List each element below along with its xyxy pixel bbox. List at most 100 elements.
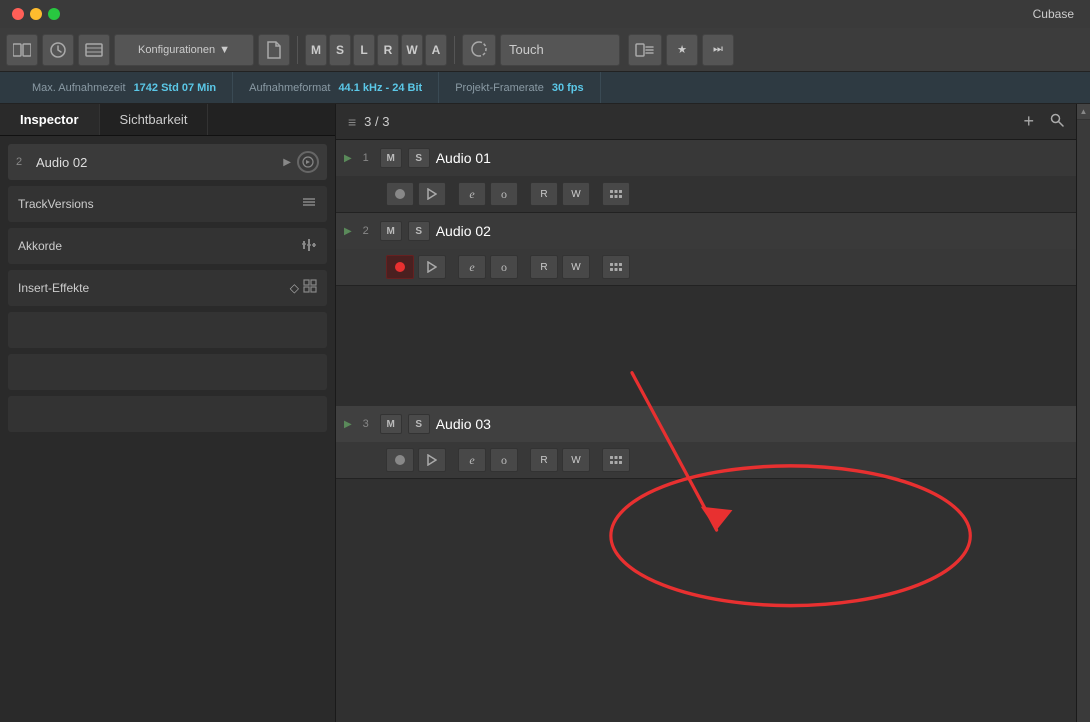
tab-inspector[interactable]: Inspector	[0, 104, 100, 135]
inspector-track-row[interactable]: 2 Audio 02 ▶	[8, 144, 327, 180]
track-read-audio02[interactable]: R	[530, 255, 558, 279]
track-name-audio02: Audio 02	[436, 223, 1068, 239]
track-grid-audio03[interactable]	[602, 448, 630, 472]
track-name-audio01: Audio 01	[436, 150, 1068, 166]
transport-a[interactable]: A	[425, 34, 447, 66]
inspector-insert-effekte[interactable]: Insert-Effekte ◇	[8, 270, 327, 306]
track-mute-audio01[interactable]: M	[380, 148, 402, 168]
track-monitor-audio02[interactable]	[418, 255, 446, 279]
inspector-track-versions[interactable]: TrackVersions	[8, 186, 327, 222]
track-write-audio03[interactable]: W	[562, 448, 590, 472]
tracks-header: ≡ 3 / 3 +	[336, 104, 1076, 140]
track-grid-audio01[interactable]	[602, 182, 630, 206]
track-solo-audio01[interactable]: S	[408, 148, 430, 168]
toolbar-skip-icon[interactable]: ⏭	[702, 34, 734, 66]
track-expand-audio02[interactable]: ▶	[344, 226, 352, 237]
track-row-audio03: ▶ 3 M S Audio 03	[336, 406, 1076, 442]
touch-button[interactable]: Touch	[500, 34, 620, 66]
track-read-audio01[interactable]: R	[530, 182, 558, 206]
info-format-label: Aufnahmeformat	[249, 82, 330, 94]
track-item-audio03: ▶ 3 M S Audio 03	[336, 406, 1076, 479]
right-scrollbar: ▲	[1076, 104, 1090, 722]
title-bar: Cubase	[0, 0, 1090, 28]
tracks-add-button[interactable]: +	[1023, 111, 1034, 132]
tracks-panel: ≡ 3 / 3 + ▶ 1 M S	[336, 104, 1076, 722]
transport-r[interactable]: R	[377, 34, 399, 66]
annotation-circle	[611, 466, 970, 606]
inspector-track-versions-label: TrackVersions	[18, 197, 301, 211]
toolbar-icon-1[interactable]	[6, 34, 38, 66]
track-expand-audio01[interactable]: ▶	[344, 153, 352, 164]
info-recording-time: Max. Aufnahmezeit 1742 Std 07 Min	[16, 72, 233, 103]
inspector-insert-diamond-icon: ◇	[290, 281, 299, 295]
track-mute-audio02[interactable]: M	[380, 221, 402, 241]
track-row-audio02: ▶ 2 M S Audio 02	[336, 213, 1076, 249]
maximize-button[interactable]	[48, 8, 60, 20]
track-write-audio01[interactable]: W	[562, 182, 590, 206]
minimize-button[interactable]	[30, 8, 42, 20]
touch-label: Touch	[509, 42, 544, 57]
close-button[interactable]	[12, 8, 24, 20]
inspector-akkorde-label: Akkorde	[18, 239, 301, 253]
track-controls-audio02: e o R W	[336, 249, 1076, 285]
track-edit-audio01[interactable]: e	[458, 182, 486, 206]
annotation-arrowhead	[701, 507, 733, 530]
track-inserts-audio01[interactable]: o	[490, 182, 518, 206]
track-item-audio01: ▶ 1 M S Audio 01	[336, 140, 1076, 213]
transport-l[interactable]: L	[353, 34, 375, 66]
touch-area-icon[interactable]	[462, 34, 496, 66]
record-dot-audio03	[395, 455, 405, 465]
toolbar-sep-1	[297, 36, 298, 64]
track-inserts-audio02[interactable]: o	[490, 255, 518, 279]
toolbar-file-icon[interactable]	[258, 34, 290, 66]
inspector-insert-effekte-label: Insert-Effekte	[18, 281, 290, 295]
inspector-akkorde[interactable]: Akkorde	[8, 228, 327, 264]
toolbar-icon-2[interactable]	[42, 34, 74, 66]
track-inserts-audio03[interactable]: o	[490, 448, 518, 472]
inspector-track-icon[interactable]	[297, 151, 319, 173]
info-format: Aufnahmeformat 44.1 kHz - 24 Bit	[233, 72, 439, 103]
track-item-audio02: ▶ 2 M S Audio 02	[336, 213, 1076, 286]
transport-letters: M S L R W A	[305, 34, 447, 66]
inspector-akkorde-icon	[301, 237, 317, 256]
track-write-audio02[interactable]: W	[562, 255, 590, 279]
toolbar-right-icon[interactable]	[628, 34, 662, 66]
inspector-content: 2 Audio 02 ▶ TrackVersions	[0, 136, 335, 440]
track-monitor-audio03[interactable]	[418, 448, 446, 472]
transport-s[interactable]: S	[329, 34, 351, 66]
scrollbar-thumb[interactable]	[1077, 120, 1090, 722]
track-read-audio03[interactable]: R	[530, 448, 558, 472]
main-area: Inspector Sichtbarkeit 2 Audio 02 ▶	[0, 104, 1090, 722]
record-dot-audio02	[395, 262, 405, 272]
tab-sichtbarkeit[interactable]: Sichtbarkeit	[100, 104, 209, 135]
inspector-track-num: 2	[16, 156, 30, 168]
track-solo-audio03[interactable]: S	[408, 414, 430, 434]
track-solo-audio02[interactable]: S	[408, 221, 430, 241]
tracks-search-button[interactable]	[1050, 113, 1064, 130]
track-monitor-audio01[interactable]	[418, 182, 446, 206]
inspector-track-name: Audio 02	[36, 155, 277, 170]
track-num-audio02: 2	[358, 225, 374, 237]
info-recording-value: 1742 Std 07 Min	[134, 82, 217, 94]
track-controls-audio03: e o R W	[336, 442, 1076, 478]
track-record-audio01[interactable]	[386, 182, 414, 206]
track-record-audio03[interactable]	[386, 448, 414, 472]
left-panel: Inspector Sichtbarkeit 2 Audio 02 ▶	[0, 104, 336, 722]
inspector-empty-3	[8, 396, 327, 432]
toolbar-icon-3[interactable]	[78, 34, 110, 66]
track-mute-audio03[interactable]: M	[380, 414, 402, 434]
track-num-audio01: 1	[358, 152, 374, 164]
scrollbar-up[interactable]: ▲	[1077, 104, 1090, 120]
toolbar-star-icon[interactable]: ★	[666, 34, 698, 66]
konfigurationen-dropdown[interactable]: Konfigurationen ▼	[114, 34, 254, 66]
track-expand-audio03[interactable]: ▶	[344, 419, 352, 430]
track-record-audio02[interactable]	[386, 255, 414, 279]
track-edit-audio02[interactable]: e	[458, 255, 486, 279]
track-grid-audio02[interactable]	[602, 255, 630, 279]
track-edit-audio03[interactable]: e	[458, 448, 486, 472]
transport-m[interactable]: M	[305, 34, 327, 66]
inspector-track-versions-icon	[301, 195, 317, 214]
transport-w[interactable]: W	[401, 34, 423, 66]
empty-track-area	[336, 286, 1076, 406]
track-num-audio03: 3	[358, 418, 374, 430]
